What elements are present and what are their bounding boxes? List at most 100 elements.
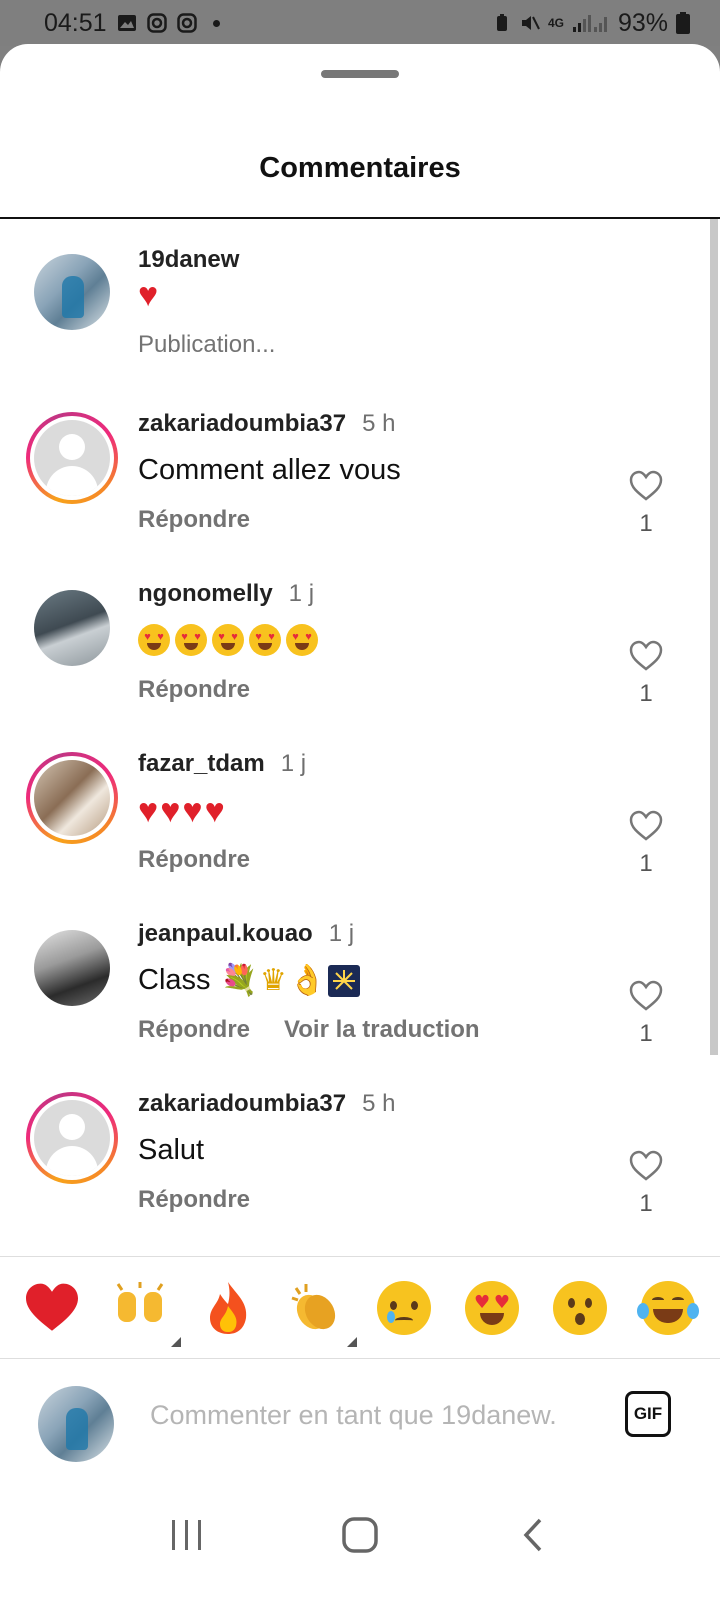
status-bar: 04:51 4G 93% [0,0,720,46]
heart-eyes-emoji: ♥ ♥ [212,624,244,656]
avatar[interactable] [26,582,118,674]
divider [0,217,720,219]
scrollbar[interactable] [710,219,718,1055]
heart-outline-icon[interactable] [629,1150,663,1182]
avatar-with-story-ring[interactable] [26,412,118,504]
like-count: 1 [639,680,653,707]
comment-actions: Répondre Voir la traduction [138,1016,480,1044]
caption-subtext: Publication... [138,331,275,359]
tears-of-joy-icon [637,1281,699,1335]
heart-outline-icon[interactable] [629,980,663,1012]
comment-username[interactable]: zakariadoumbia37 5 h [138,1090,395,1118]
tears-of-joy-reaction-button[interactable] [637,1277,699,1339]
clapping-hands-reaction-button[interactable] [285,1277,357,1347]
signal-icon [572,15,607,32]
recent-apps-button[interactable] [157,1505,217,1565]
fireworks-emoji [328,964,361,997]
avatar-with-story-ring[interactable] [26,1092,118,1184]
heart-eyes-emoji: ♥ ♥ [249,624,281,656]
username-text[interactable]: jeanpaul.kouao [138,920,313,948]
crying-face-reaction-button[interactable] [373,1277,435,1339]
comment-text: ♥ ♥ ♥ ♥ ♥ ♥ ♥ ♥ ♥ ♥ [138,624,321,656]
heart-outline-icon[interactable] [629,470,663,502]
comment-text: ♥ [138,278,158,312]
username-text[interactable]: fazar_tdam [138,750,265,778]
gif-button[interactable]: GIF [625,1391,671,1437]
username-text[interactable]: zakariadoumbia37 [138,410,346,438]
fire-reaction-button[interactable] [197,1277,259,1339]
comment-time: 5 h [362,410,396,437]
recent-apps-icon [171,1520,201,1550]
divider [0,1358,720,1359]
like-column: 1 [626,980,666,1048]
username-text[interactable]: ngonomelly [138,580,273,608]
avatar[interactable] [26,246,118,338]
home-button[interactable] [330,1505,390,1565]
back-icon [523,1518,542,1552]
avatar-photo [34,590,110,666]
comment-time: 1 j [280,750,307,777]
skin-tone-indicator [171,1337,181,1347]
like-column: 1 [626,1150,666,1218]
raising-hands-reaction-button[interactable] [109,1277,181,1347]
red-heart-icon [26,1283,78,1331]
bouquet-emoji: 💐 [220,962,258,998]
like-count: 1 [639,1020,653,1047]
heart-eyes-emoji: ♥ ♥ [175,624,207,656]
system-nav-bar [0,1470,720,1600]
like-column: 1 [626,470,666,538]
sheet-drag-handle[interactable] [321,70,399,78]
divider [0,1256,720,1257]
username-text[interactable]: 19danew [138,246,239,274]
publication-text: Publication... [138,331,276,358]
reply-button[interactable]: Répondre [138,506,250,534]
comment-username[interactable]: jeanpaul.kouao 1 j [138,920,354,948]
like-count: 1 [639,850,653,877]
avatar[interactable] [26,922,118,1014]
red-heart-emoji: ♥ [182,792,203,830]
comment-actions: Répondre [138,676,250,704]
default-avatar-icon [34,1100,110,1176]
default-avatar-icon [34,420,110,496]
comment-input[interactable] [150,1382,610,1448]
crying-face-icon [377,1281,431,1335]
reply-button[interactable]: Répondre [138,1016,250,1044]
network-type: 4G [547,16,564,30]
comment-actions: Répondre [138,846,250,874]
comment-actions: Répondre [138,506,250,534]
avatar-photo [34,760,110,836]
comment-username[interactable]: 19danew [138,246,239,274]
back-button[interactable] [503,1505,563,1565]
fire-icon [210,1282,247,1334]
like-count: 1 [639,1190,653,1217]
comment-username[interactable]: zakariadoumbia37 5 h [138,410,395,438]
comments-sheet: Commentaires 19danew ♥ Publication... za… [0,44,720,1600]
battery-saver-icon [496,14,507,31]
reply-button[interactable]: Répondre [138,1186,250,1214]
comment-time: 1 j [328,920,355,947]
comment-text: Comment allez vous [138,454,401,486]
see-translation-button[interactable]: Voir la traduction [284,1016,480,1044]
username-text[interactable]: zakariadoumbia37 [138,1090,346,1118]
surprised-face-reaction-button[interactable] [549,1277,611,1339]
avatar-photo [38,1386,114,1462]
reply-button[interactable]: Répondre [138,676,250,704]
comment-time: 1 j [288,580,315,607]
red-heart-emoji: ♥ [138,276,159,314]
composer-avatar [30,1378,122,1470]
notification-dot-icon [212,19,220,27]
comment-time: 5 h [362,1090,396,1117]
raising-hands-icon [116,1282,164,1322]
heart-outline-icon[interactable] [629,640,663,672]
avatar-with-story-ring[interactable] [26,752,118,844]
battery-icon [676,12,690,34]
comment-username[interactable]: ngonomelly 1 j [138,580,314,608]
comment-username[interactable]: fazar_tdam 1 j [138,750,306,778]
heart-eyes-icon: ♥ ♥ [465,1281,519,1335]
reply-button[interactable]: Répondre [138,846,250,874]
home-icon [342,1517,378,1553]
like-column: 1 [626,810,666,878]
heart-eyes-reaction-button[interactable]: ♥ ♥ [461,1277,523,1339]
heart-outline-icon[interactable] [629,810,663,842]
red-heart-reaction-button[interactable] [21,1277,83,1339]
